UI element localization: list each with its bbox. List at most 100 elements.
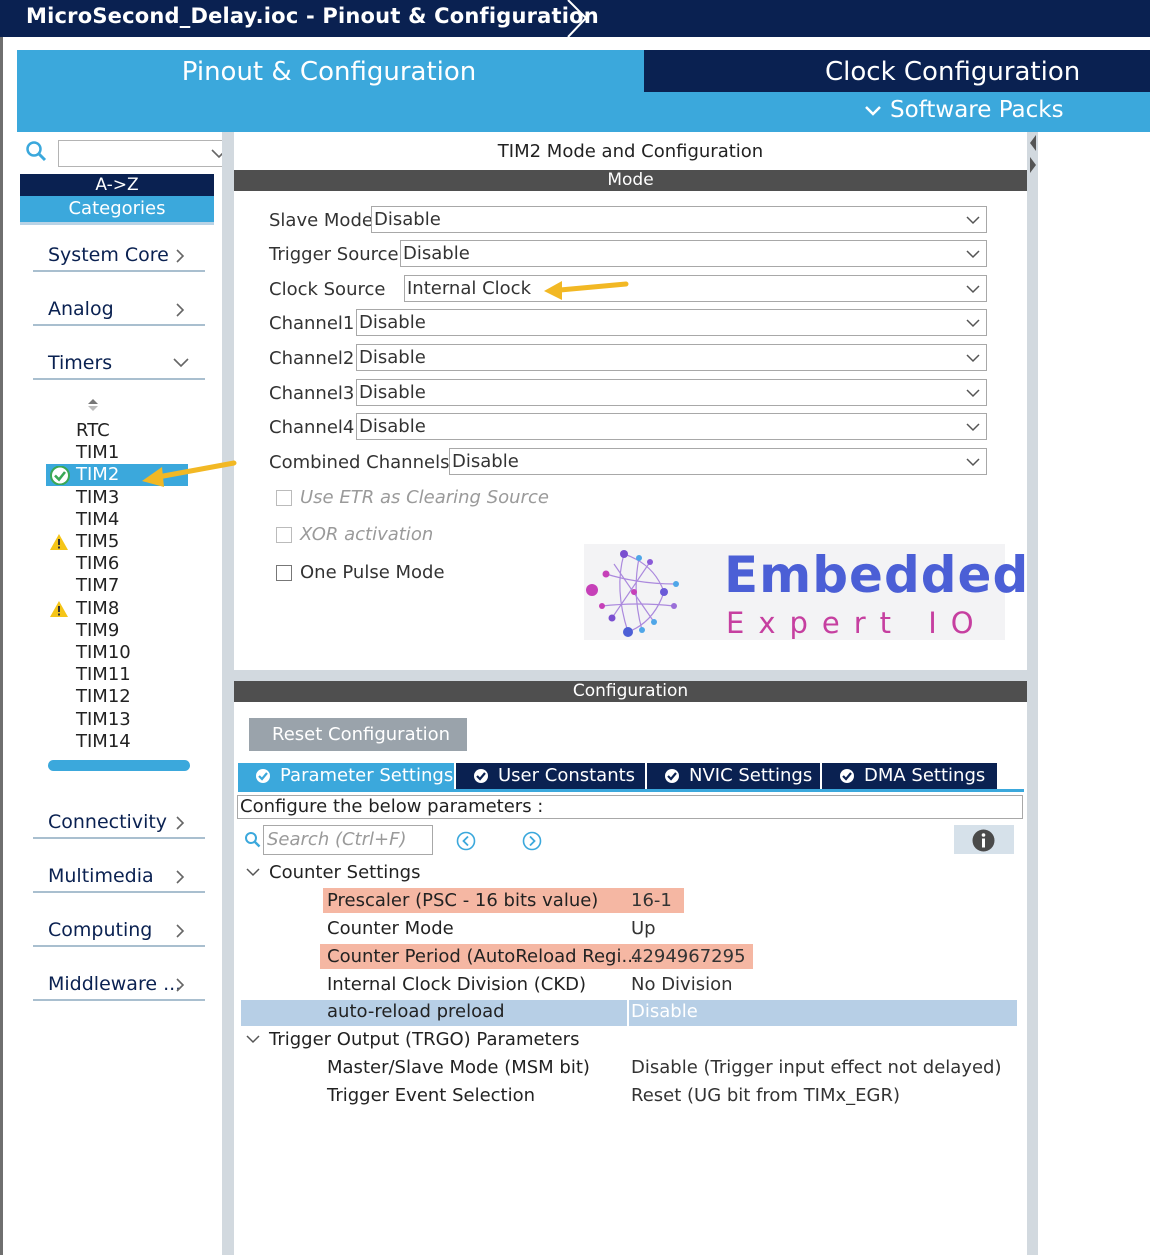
checkbox-label: XOR activation: [300, 524, 434, 545]
channel2-select[interactable]: Disable: [356, 344, 987, 371]
category-timers[interactable]: Timers: [33, 344, 205, 380]
channel3-select[interactable]: Disable: [356, 379, 987, 406]
timer-item-tim7[interactable]: TIM7: [46, 575, 188, 597]
configuration-section-header: Configuration: [234, 681, 1027, 702]
arrow-left-circle-icon[interactable]: [456, 831, 476, 851]
window-titlebar: MicroSecond_Delay.ioc - Pinout & Configu…: [0, 0, 1150, 37]
trigger-source-select[interactable]: Disable: [400, 240, 987, 267]
sort-az-button[interactable]: A->Z: [20, 174, 214, 196]
timer-label: TIM10: [76, 642, 131, 663]
category-computing[interactable]: Computing: [33, 911, 205, 947]
software-packs-label: Software Packs: [890, 97, 1064, 123]
timer-item-tim12[interactable]: TIM12: [46, 686, 188, 708]
chevron-down-icon: [966, 216, 980, 225]
window-border: [0, 37, 3, 1255]
param-row-clock-division[interactable]: Internal Clock Division (CKD) No Divisio…: [241, 973, 1017, 999]
timer-item-tim11[interactable]: TIM11: [46, 664, 188, 686]
section-splitter[interactable]: [234, 670, 1027, 681]
param-value: 16-1: [631, 890, 672, 911]
timer-item-tim10[interactable]: TIM10: [46, 642, 188, 664]
channel4-select[interactable]: Disable: [356, 413, 987, 440]
sidebar-search-input[interactable]: [58, 140, 230, 167]
param-row-msm-bit[interactable]: Master/Slave Mode (MSM bit) Disable (Tri…: [241, 1056, 1017, 1082]
logo-brand-text: Embedded: [724, 546, 1030, 604]
category-label: Computing: [48, 919, 153, 941]
search-icon[interactable]: [25, 140, 47, 162]
timer-item-tim4[interactable]: TIM4: [46, 509, 188, 531]
tab-nvic-settings[interactable]: NVIC Settings: [647, 763, 820, 789]
param-value: 4294967295: [631, 946, 746, 967]
tab-parameter-settings[interactable]: Parameter Settings: [238, 763, 454, 789]
category-analog[interactable]: Analog: [33, 290, 205, 326]
chevron-down-icon: [246, 868, 260, 877]
mode-label: Channel1: [269, 313, 355, 334]
category-label: Timers: [48, 352, 113, 374]
param-value: Up: [631, 918, 656, 939]
slave-mode-select[interactable]: Disable: [371, 206, 987, 233]
panel-splitter[interactable]: [1027, 132, 1038, 1255]
category-system-core[interactable]: System Core: [33, 236, 205, 272]
param-value: No Division: [631, 974, 733, 995]
tab-user-constants[interactable]: User Constants: [456, 763, 645, 789]
param-row-trigger-event[interactable]: Trigger Event Selection Reset (UG bit fr…: [241, 1084, 1017, 1110]
chevron-right-icon: [176, 816, 185, 830]
timer-item-tim9[interactable]: TIM9: [46, 620, 188, 642]
configuration-tabs: Parameter Settings User Constants NVIC S…: [238, 763, 1024, 791]
combined-channels-select[interactable]: Disable: [449, 448, 987, 475]
param-row-prescaler[interactable]: Prescaler (PSC - 16 bits value) 16-1: [241, 888, 1017, 915]
checkbox-box: [276, 565, 292, 581]
info-button[interactable]: [954, 825, 1014, 854]
timer-label: TIM9: [76, 619, 120, 641]
timer-item-rtc[interactable]: RTC: [46, 420, 188, 442]
clock-source-select[interactable]: Internal Clock: [404, 275, 987, 302]
arrow-right-circle-icon[interactable]: [522, 831, 542, 851]
checkbox-label: One Pulse Mode: [300, 562, 445, 583]
timer-item-tim8[interactable]: TIM8: [46, 598, 188, 620]
category-middleware[interactable]: Middleware ...: [33, 965, 205, 1001]
mode-configuration-panel: TIM2 Mode and Configuration Mode Slave M…: [234, 132, 1028, 1255]
logo-sub-text: Expert IO: [726, 606, 988, 640]
panel-splitter[interactable]: [222, 132, 234, 1255]
category-multimedia[interactable]: Multimedia: [33, 857, 205, 893]
tab-label: NVIC Settings: [689, 765, 813, 786]
timer-label: TIM7: [76, 575, 120, 597]
chevron-down-icon: [966, 250, 980, 259]
channel1-select[interactable]: Disable: [356, 309, 987, 336]
reset-configuration-button[interactable]: Reset Configuration: [249, 718, 467, 751]
select-value: Disable: [403, 243, 470, 264]
category-label: System Core: [48, 244, 169, 266]
timer-item-tim14[interactable]: TIM14: [46, 731, 188, 753]
param-name: auto-reload preload: [327, 1001, 505, 1022]
timer-label: TIM3: [76, 486, 120, 508]
timer-item-tim6[interactable]: TIM6: [46, 553, 188, 575]
chevron-right-icon: [176, 249, 185, 263]
watermark-logo: Embedded Expert IO: [584, 544, 1028, 640]
timer-list-scrollbar[interactable]: [48, 760, 190, 771]
tab-underline: [238, 789, 1024, 792]
select-value: Disable: [359, 416, 426, 437]
scroll-up-icon[interactable]: [87, 397, 99, 413]
timer-item-tim13[interactable]: TIM13: [46, 709, 188, 731]
param-row-counter-mode[interactable]: Counter Mode Up: [241, 917, 1017, 943]
parameter-search-input[interactable]: Search (Ctrl+F): [263, 825, 433, 855]
param-name: Internal Clock Division (CKD): [327, 974, 587, 995]
tab-clock-configuration[interactable]: Clock Configuration: [644, 50, 1150, 92]
tab-label: Parameter Settings: [280, 765, 454, 786]
tab-pinout-configuration[interactable]: Pinout & Configuration: [17, 50, 641, 92]
collapse-panel-icon[interactable]: [1027, 132, 1038, 176]
tab-dma-settings[interactable]: DMA Settings: [822, 763, 997, 789]
param-value: Disable: [631, 1001, 698, 1022]
timer-item-tim5[interactable]: TIM5: [46, 531, 188, 553]
chevron-down-icon: [246, 1035, 260, 1044]
timer-label: TIM14: [76, 730, 131, 752]
mode-label: Channel2: [269, 348, 355, 369]
select-value: Disable: [374, 209, 441, 230]
software-packs-menu[interactable]: Software Packs: [864, 97, 1064, 123]
param-row-auto-reload-preload[interactable]: auto-reload preload Disable: [241, 1000, 1017, 1026]
select-value: Disable: [359, 382, 426, 403]
window-title: MicroSecond_Delay.ioc - Pinout & Configu…: [26, 4, 599, 28]
categories-button[interactable]: Categories: [20, 196, 214, 225]
param-row-counter-period[interactable]: Counter Period (AutoReload Regi... 42949…: [241, 944, 1017, 971]
select-value: Internal Clock: [407, 278, 531, 299]
category-connectivity[interactable]: Connectivity: [33, 803, 205, 839]
